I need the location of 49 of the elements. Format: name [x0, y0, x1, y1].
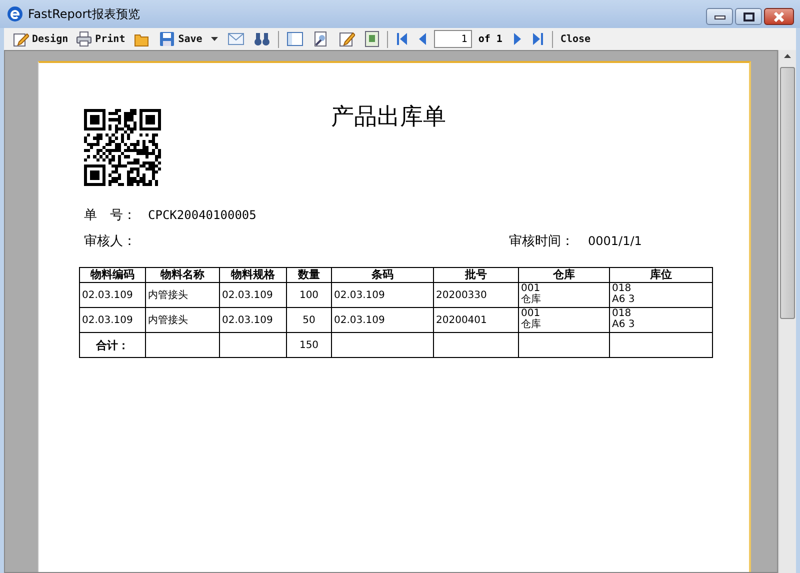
table-cell: 02.03.109: [332, 308, 434, 332]
order-number-value: CPCK20040100005: [148, 208, 256, 222]
table-cell: 02.03.109: [80, 282, 146, 308]
close-button[interactable]: [764, 8, 794, 25]
column-header: 数量: [286, 268, 332, 282]
printer-icon: [76, 31, 92, 47]
review-time-label: 审核时间：: [509, 233, 574, 250]
column-header: 物料编码: [80, 268, 146, 282]
table-cell: 20200401: [434, 308, 518, 332]
save-button[interactable]: Save: [156, 29, 206, 49]
review-time-value: 0001/1/1: [588, 234, 642, 248]
design-button[interactable]: Design: [10, 29, 72, 49]
table-cell: 02.03.109: [220, 308, 286, 332]
order-number-label: 单 号：: [84, 207, 136, 224]
table-cell: 50: [286, 308, 332, 332]
close-report-button[interactable]: Close: [557, 29, 594, 49]
table-cell: 02.03.109: [332, 282, 434, 308]
report-title: 产品出库单: [331, 103, 446, 132]
pencil-document-icon: [13, 31, 29, 47]
close-icon: [773, 12, 785, 22]
page-number-field[interactable]: 1: [434, 30, 472, 48]
table-cell: 02.03.109: [80, 308, 146, 332]
total-quantity: 150: [286, 332, 332, 358]
table-cell: 100: [286, 282, 332, 308]
maximize-icon: [742, 12, 754, 22]
page-total: of 1: [478, 34, 502, 44]
column-header: 条码: [332, 268, 434, 282]
vertical-scrollbar[interactable]: [778, 50, 796, 573]
app-icon: [7, 6, 23, 22]
table-cell: 018 A6 3: [610, 282, 712, 308]
table-cell: 内管接头: [146, 282, 220, 308]
reviewer-label: 审核人：: [84, 233, 136, 250]
column-header: 仓库: [518, 268, 610, 282]
maximize-button[interactable]: [735, 8, 762, 25]
table-cell: 001 仓库: [518, 308, 610, 332]
print-button[interactable]: Print: [73, 29, 128, 49]
table-cell: 001 仓库: [518, 282, 610, 308]
column-header: 物料名称: [146, 268, 220, 282]
column-header: 批号: [434, 268, 518, 282]
table-cell: 02.03.109: [220, 282, 286, 308]
minimize-button[interactable]: [706, 8, 733, 25]
total-label: 合计：: [80, 332, 146, 358]
table-cell: 018 A6 3: [610, 308, 712, 332]
column-header: 库位: [610, 268, 712, 282]
table-cell: 内管接头: [146, 308, 220, 332]
minimize-icon: [714, 14, 726, 20]
column-header: 物料规格: [220, 268, 286, 282]
table-cell: 20200330: [434, 282, 518, 308]
window-title: FastReport报表预览: [28, 6, 140, 22]
